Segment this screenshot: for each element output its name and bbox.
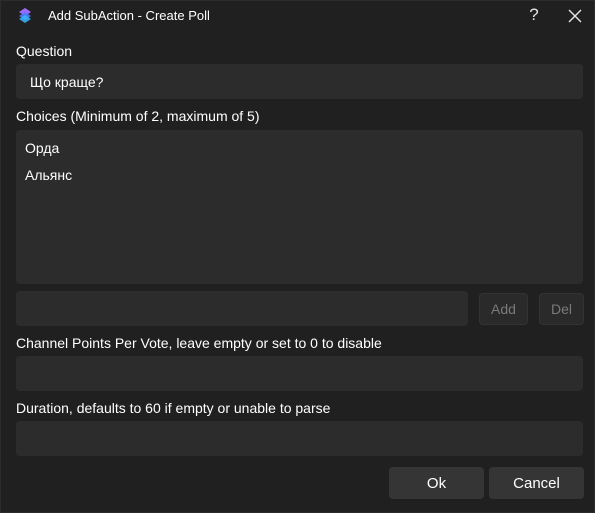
duration-input[interactable] [16,421,583,456]
ok-button[interactable]: Ok [389,467,484,499]
question-label: Question [16,43,73,59]
choices-list[interactable]: Орда Альянс [16,130,583,284]
question-value: Що краще? [30,73,104,90]
new-choice-input[interactable] [16,291,468,326]
delete-choice-button[interactable]: Del [539,293,584,325]
duration-label: Duration, defaults to 60 if empty or una… [16,400,331,416]
close-icon [568,9,582,23]
app-logo-icon [16,7,34,25]
choice-item[interactable]: Альянс [25,167,574,194]
title-bar: Add SubAction - Create Poll ? [1,1,594,31]
channel-points-label: Channel Points Per Vote, leave empty or … [16,335,382,351]
create-poll-dialog: Add SubAction - Create Poll ? Question Щ… [0,0,595,513]
window-title: Add SubAction - Create Poll [48,8,210,23]
choice-item[interactable]: Орда [25,140,574,167]
question-input[interactable]: Що краще? [16,64,583,99]
close-button[interactable] [563,4,587,28]
choices-label: Choices (Minimum of 2, maximum of 5) [16,108,260,124]
help-button[interactable]: ? [523,3,545,27]
channel-points-input[interactable] [16,356,583,391]
add-choice-button[interactable]: Add [479,293,528,325]
cancel-button[interactable]: Cancel [489,467,584,499]
